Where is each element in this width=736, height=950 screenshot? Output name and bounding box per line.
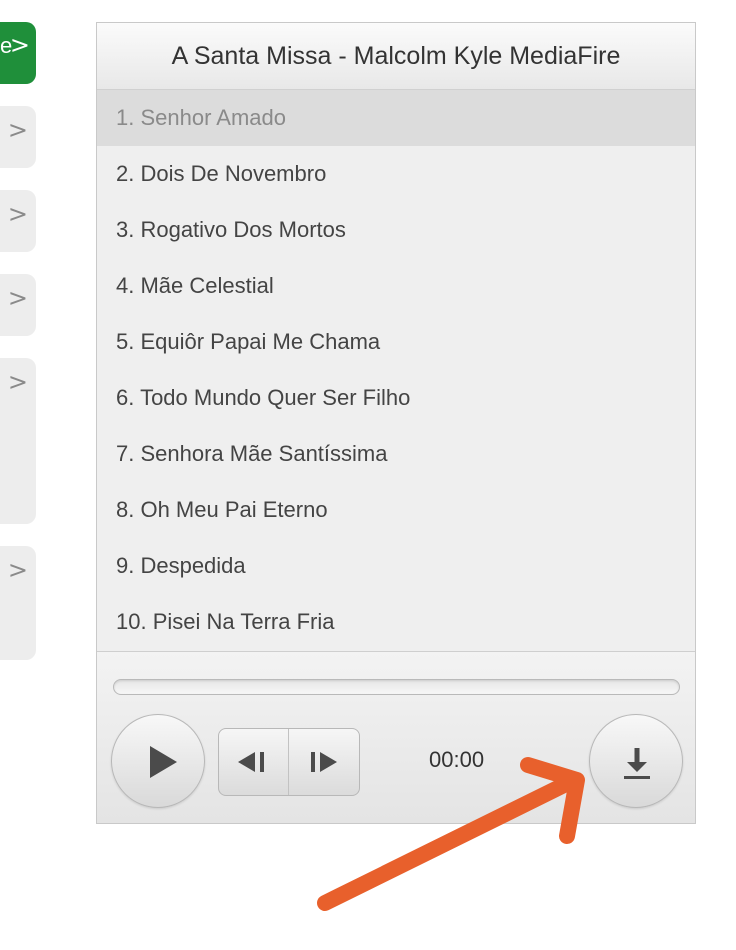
chevron-right-icon: >: [7, 116, 28, 144]
player-title: A Santa Missa - Malcolm Kyle MediaFire: [97, 23, 695, 90]
sidebar-item[interactable]: >: [0, 106, 36, 168]
playlist-item[interactable]: 5. Equiôr Papai Me Chama: [97, 314, 695, 370]
sidebar-item[interactable]: >: [0, 190, 36, 252]
skip-buttons: [218, 728, 360, 796]
download-icon: [624, 748, 650, 779]
playlist-item[interactable]: 8. Oh Meu Pai Eterno: [97, 482, 695, 538]
skip-next-icon: [320, 752, 337, 772]
download-button[interactable]: [589, 714, 683, 808]
sidebar-item-active[interactable]: e >: [0, 22, 36, 84]
audio-player: A Santa Missa - Malcolm Kyle MediaFire 1…: [96, 22, 696, 824]
sidebar-item[interactable]: >: [0, 546, 36, 660]
sidebar-item[interactable]: >: [0, 274, 36, 336]
previous-track-button[interactable]: [219, 729, 289, 795]
playlist-item[interactable]: 7. Senhora Mãe Santíssima: [97, 426, 695, 482]
chevron-right-icon: >: [7, 200, 28, 228]
playlist: 1. Senhor Amado 2. Dois De Novembro 3. R…: [97, 90, 695, 652]
chevron-right-icon: >: [7, 368, 28, 396]
sidebar-item[interactable]: >: [0, 358, 36, 524]
playlist-item[interactable]: 2. Dois De Novembro: [97, 146, 695, 202]
chevron-right-icon: >: [7, 284, 28, 312]
chevron-right-icon: >: [9, 31, 30, 59]
chevron-right-icon: >: [7, 556, 28, 584]
skip-previous-icon-bar: [260, 752, 264, 772]
playlist-item[interactable]: 9. Despedida: [97, 538, 695, 594]
play-icon: [150, 746, 177, 778]
playlist-item[interactable]: 6. Todo Mundo Quer Ser Filho: [97, 370, 695, 426]
progress-bar[interactable]: [113, 679, 680, 695]
next-track-button[interactable]: [289, 729, 359, 795]
page: e > > > > > > A Santa Missa - Malcolm Ky…: [0, 0, 736, 950]
playlist-item-current[interactable]: 1. Senhor Amado: [97, 90, 695, 146]
playlist-item[interactable]: 10. Pisei Na Terra Fria: [97, 594, 695, 650]
skip-next-icon-bar: [311, 752, 315, 772]
skip-previous-icon: [238, 752, 255, 772]
playlist-item[interactable]: 3. Rogativo Dos Mortos: [97, 202, 695, 258]
playlist-item[interactable]: 4. Mãe Celestial: [97, 258, 695, 314]
player-controls: 00:00: [97, 652, 695, 823]
play-button[interactable]: [111, 714, 205, 808]
elapsed-time: 00:00: [429, 747, 485, 772]
